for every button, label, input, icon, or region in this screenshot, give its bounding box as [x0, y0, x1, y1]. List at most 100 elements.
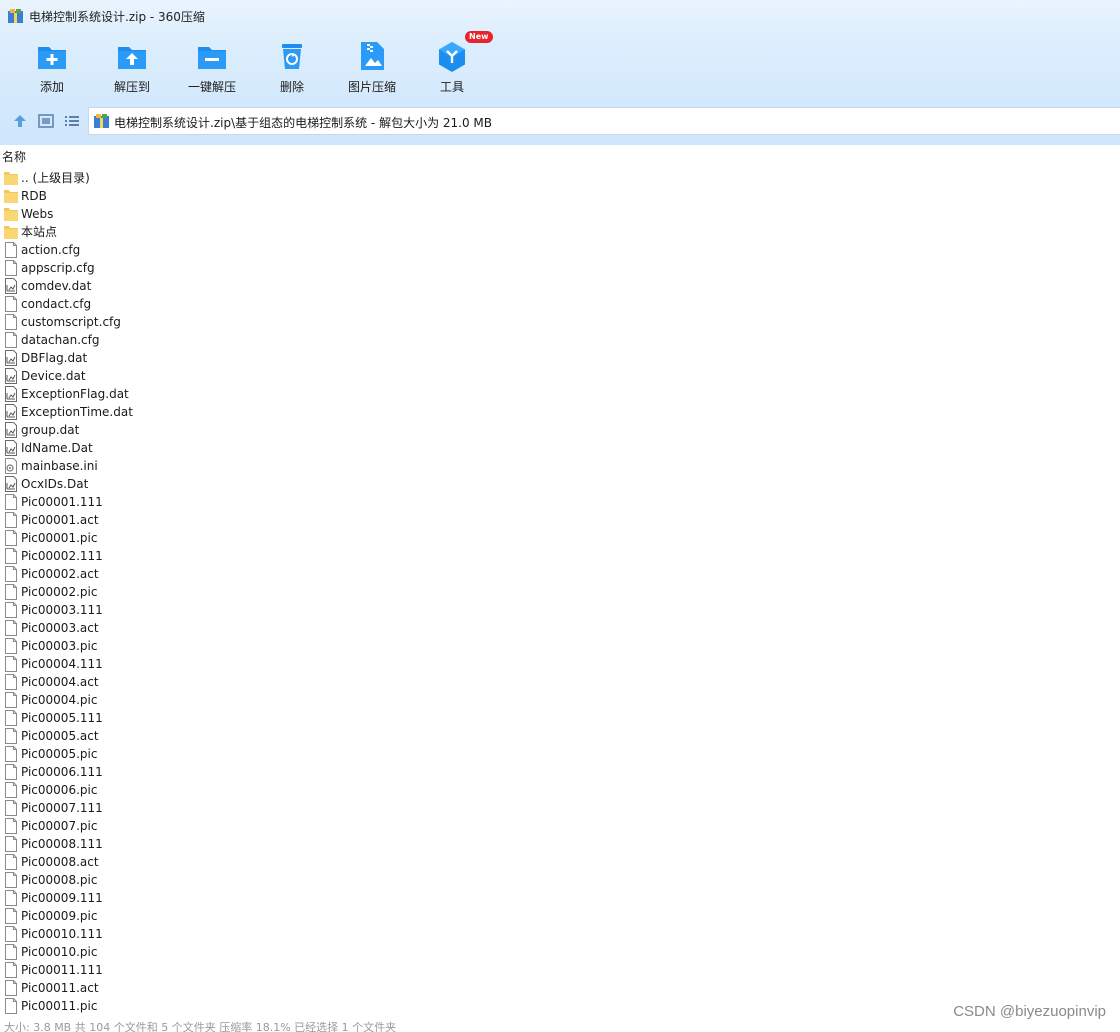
- thumbnail-view-icon[interactable]: [37, 112, 55, 130]
- tools-button[interactable]: New 工具: [412, 31, 493, 98]
- file-row[interactable]: Pic00001.pic: [0, 529, 1120, 547]
- item-name: Pic00005.pic: [21, 747, 98, 761]
- file-row[interactable]: mainbase.ini: [0, 457, 1120, 475]
- file-row[interactable]: Pic00007.pic: [0, 817, 1120, 835]
- file-row[interactable]: customscript.cfg: [0, 313, 1120, 331]
- item-name: Pic00008.111: [21, 837, 103, 851]
- item-name: Pic00001.act: [21, 513, 99, 527]
- file-row[interactable]: Pic00011.act: [0, 979, 1120, 997]
- data-file-icon: [5, 476, 17, 492]
- list-view-icon[interactable]: [63, 112, 81, 130]
- file-icon: [5, 314, 17, 330]
- tools-icon: [439, 42, 465, 72]
- address-bar[interactable]: 电梯控制系统设计.zip\基于组态的电梯控制系统 - 解包大小为 21.0 MB: [88, 107, 1120, 135]
- file-row[interactable]: Pic00005.111: [0, 709, 1120, 727]
- item-name: Pic00011.act: [21, 981, 99, 995]
- data-file-icon: [5, 350, 17, 366]
- file-row[interactable]: Pic00009.111: [0, 889, 1120, 907]
- file-row[interactable]: Pic00007.111: [0, 799, 1120, 817]
- file-row[interactable]: Pic00005.pic: [0, 745, 1120, 763]
- folder-row[interactable]: 本站点: [0, 223, 1120, 241]
- file-icon: [5, 746, 17, 762]
- item-name: .. (上级目录): [21, 171, 90, 185]
- file-row[interactable]: OcxIDs.Dat: [0, 475, 1120, 493]
- file-row[interactable]: ExceptionFlag.dat: [0, 385, 1120, 403]
- address-bar-row: 电梯控制系统设计.zip\基于组态的电梯控制系统 - 解包大小为 21.0 MB: [0, 106, 1120, 136]
- item-name: Pic00005.act: [21, 729, 99, 743]
- file-row[interactable]: Pic00003.pic: [0, 637, 1120, 655]
- item-name: Pic00004.act: [21, 675, 99, 689]
- file-row[interactable]: Pic00003.111: [0, 601, 1120, 619]
- file-row[interactable]: Pic00002.111: [0, 547, 1120, 565]
- file-row[interactable]: Pic00001.111: [0, 493, 1120, 511]
- file-row[interactable]: DBFlag.dat: [0, 349, 1120, 367]
- file-row[interactable]: Pic00003.act: [0, 619, 1120, 637]
- archive-window: 电梯控制系统设计.zip - 360压缩 添加 解压到 一键解压 删除 图片压缩…: [0, 0, 1120, 1032]
- folder-icon: [4, 226, 18, 239]
- file-icon: [5, 962, 17, 978]
- file-row[interactable]: Device.dat: [0, 367, 1120, 385]
- file-icon: [5, 764, 17, 780]
- delete-button[interactable]: 删除: [252, 34, 332, 98]
- file-row[interactable]: Pic00011.111: [0, 961, 1120, 979]
- item-name: group.dat: [21, 423, 80, 437]
- folder-row[interactable]: Webs: [0, 205, 1120, 223]
- file-row[interactable]: Pic00004.111: [0, 655, 1120, 673]
- file-icon: [5, 710, 17, 726]
- folder-row[interactable]: .. (上级目录): [0, 169, 1120, 187]
- item-name: Pic00009.pic: [21, 909, 98, 923]
- file-row[interactable]: group.dat: [0, 421, 1120, 439]
- file-row[interactable]: action.cfg: [0, 241, 1120, 259]
- file-row[interactable]: Pic00005.act: [0, 727, 1120, 745]
- image-compress-button[interactable]: 图片压缩: [332, 34, 412, 98]
- file-row[interactable]: Pic00004.act: [0, 673, 1120, 691]
- item-name: ExceptionFlag.dat: [21, 387, 129, 401]
- file-row[interactable]: IdName.Dat: [0, 439, 1120, 457]
- file-row[interactable]: condact.cfg: [0, 295, 1120, 313]
- add-button[interactable]: 添加: [12, 34, 92, 98]
- column-header-name[interactable]: 名称: [0, 146, 1120, 166]
- item-name: Pic00002.pic: [21, 585, 98, 599]
- file-row[interactable]: Pic00010.111: [0, 925, 1120, 943]
- file-row[interactable]: Pic00002.pic: [0, 583, 1120, 601]
- file-row[interactable]: Pic00001.act: [0, 511, 1120, 529]
- file-row[interactable]: Pic00002.act: [0, 565, 1120, 583]
- delete-icon: [282, 44, 302, 69]
- file-row[interactable]: Pic00006.pic: [0, 781, 1120, 799]
- item-name: Pic00010.pic: [21, 945, 98, 959]
- item-name: Pic00002.act: [21, 567, 99, 581]
- file-icon: [5, 872, 17, 888]
- tools-label: 工具: [439, 80, 464, 94]
- item-name: customscript.cfg: [21, 315, 121, 329]
- up-arrow-icon[interactable]: [11, 112, 29, 130]
- file-row[interactable]: appscrip.cfg: [0, 259, 1120, 277]
- file-row[interactable]: datachan.cfg: [0, 331, 1120, 349]
- image-compress-icon: [361, 42, 384, 70]
- extract-to-button[interactable]: 解压到: [92, 34, 172, 98]
- file-row[interactable]: comdev.dat: [0, 277, 1120, 295]
- file-row[interactable]: ExceptionTime.dat: [0, 403, 1120, 421]
- file-row[interactable]: Pic00008.act: [0, 853, 1120, 871]
- file-row[interactable]: Pic00011.pic: [0, 997, 1120, 1015]
- title-bar: 电梯控制系统设计.zip - 360压缩: [0, 0, 1120, 32]
- item-name: ExceptionTime.dat: [21, 405, 133, 419]
- item-name: IdName.Dat: [21, 441, 93, 455]
- file-icon: [5, 818, 17, 834]
- extract-to-icon: [118, 47, 146, 69]
- file-row[interactable]: Pic00004.pic: [0, 691, 1120, 709]
- file-row[interactable]: Pic00010.pic: [0, 943, 1120, 961]
- file-icon: [5, 800, 17, 816]
- file-row[interactable]: Pic00006.111: [0, 763, 1120, 781]
- data-file-icon: [5, 404, 17, 420]
- one-click-extract-button[interactable]: 一键解压: [172, 34, 252, 98]
- folder-row[interactable]: RDB: [0, 187, 1120, 205]
- file-icon: [5, 890, 17, 906]
- file-row[interactable]: Pic00009.pic: [0, 907, 1120, 925]
- item-name: Pic00008.pic: [21, 873, 98, 887]
- item-name: Pic00008.act: [21, 855, 99, 869]
- file-row[interactable]: Pic00008.pic: [0, 871, 1120, 889]
- item-name: Pic00006.111: [21, 765, 103, 779]
- archive-app-icon: [8, 9, 23, 23]
- file-row[interactable]: Pic00008.111: [0, 835, 1120, 853]
- file-icon: [5, 242, 17, 258]
